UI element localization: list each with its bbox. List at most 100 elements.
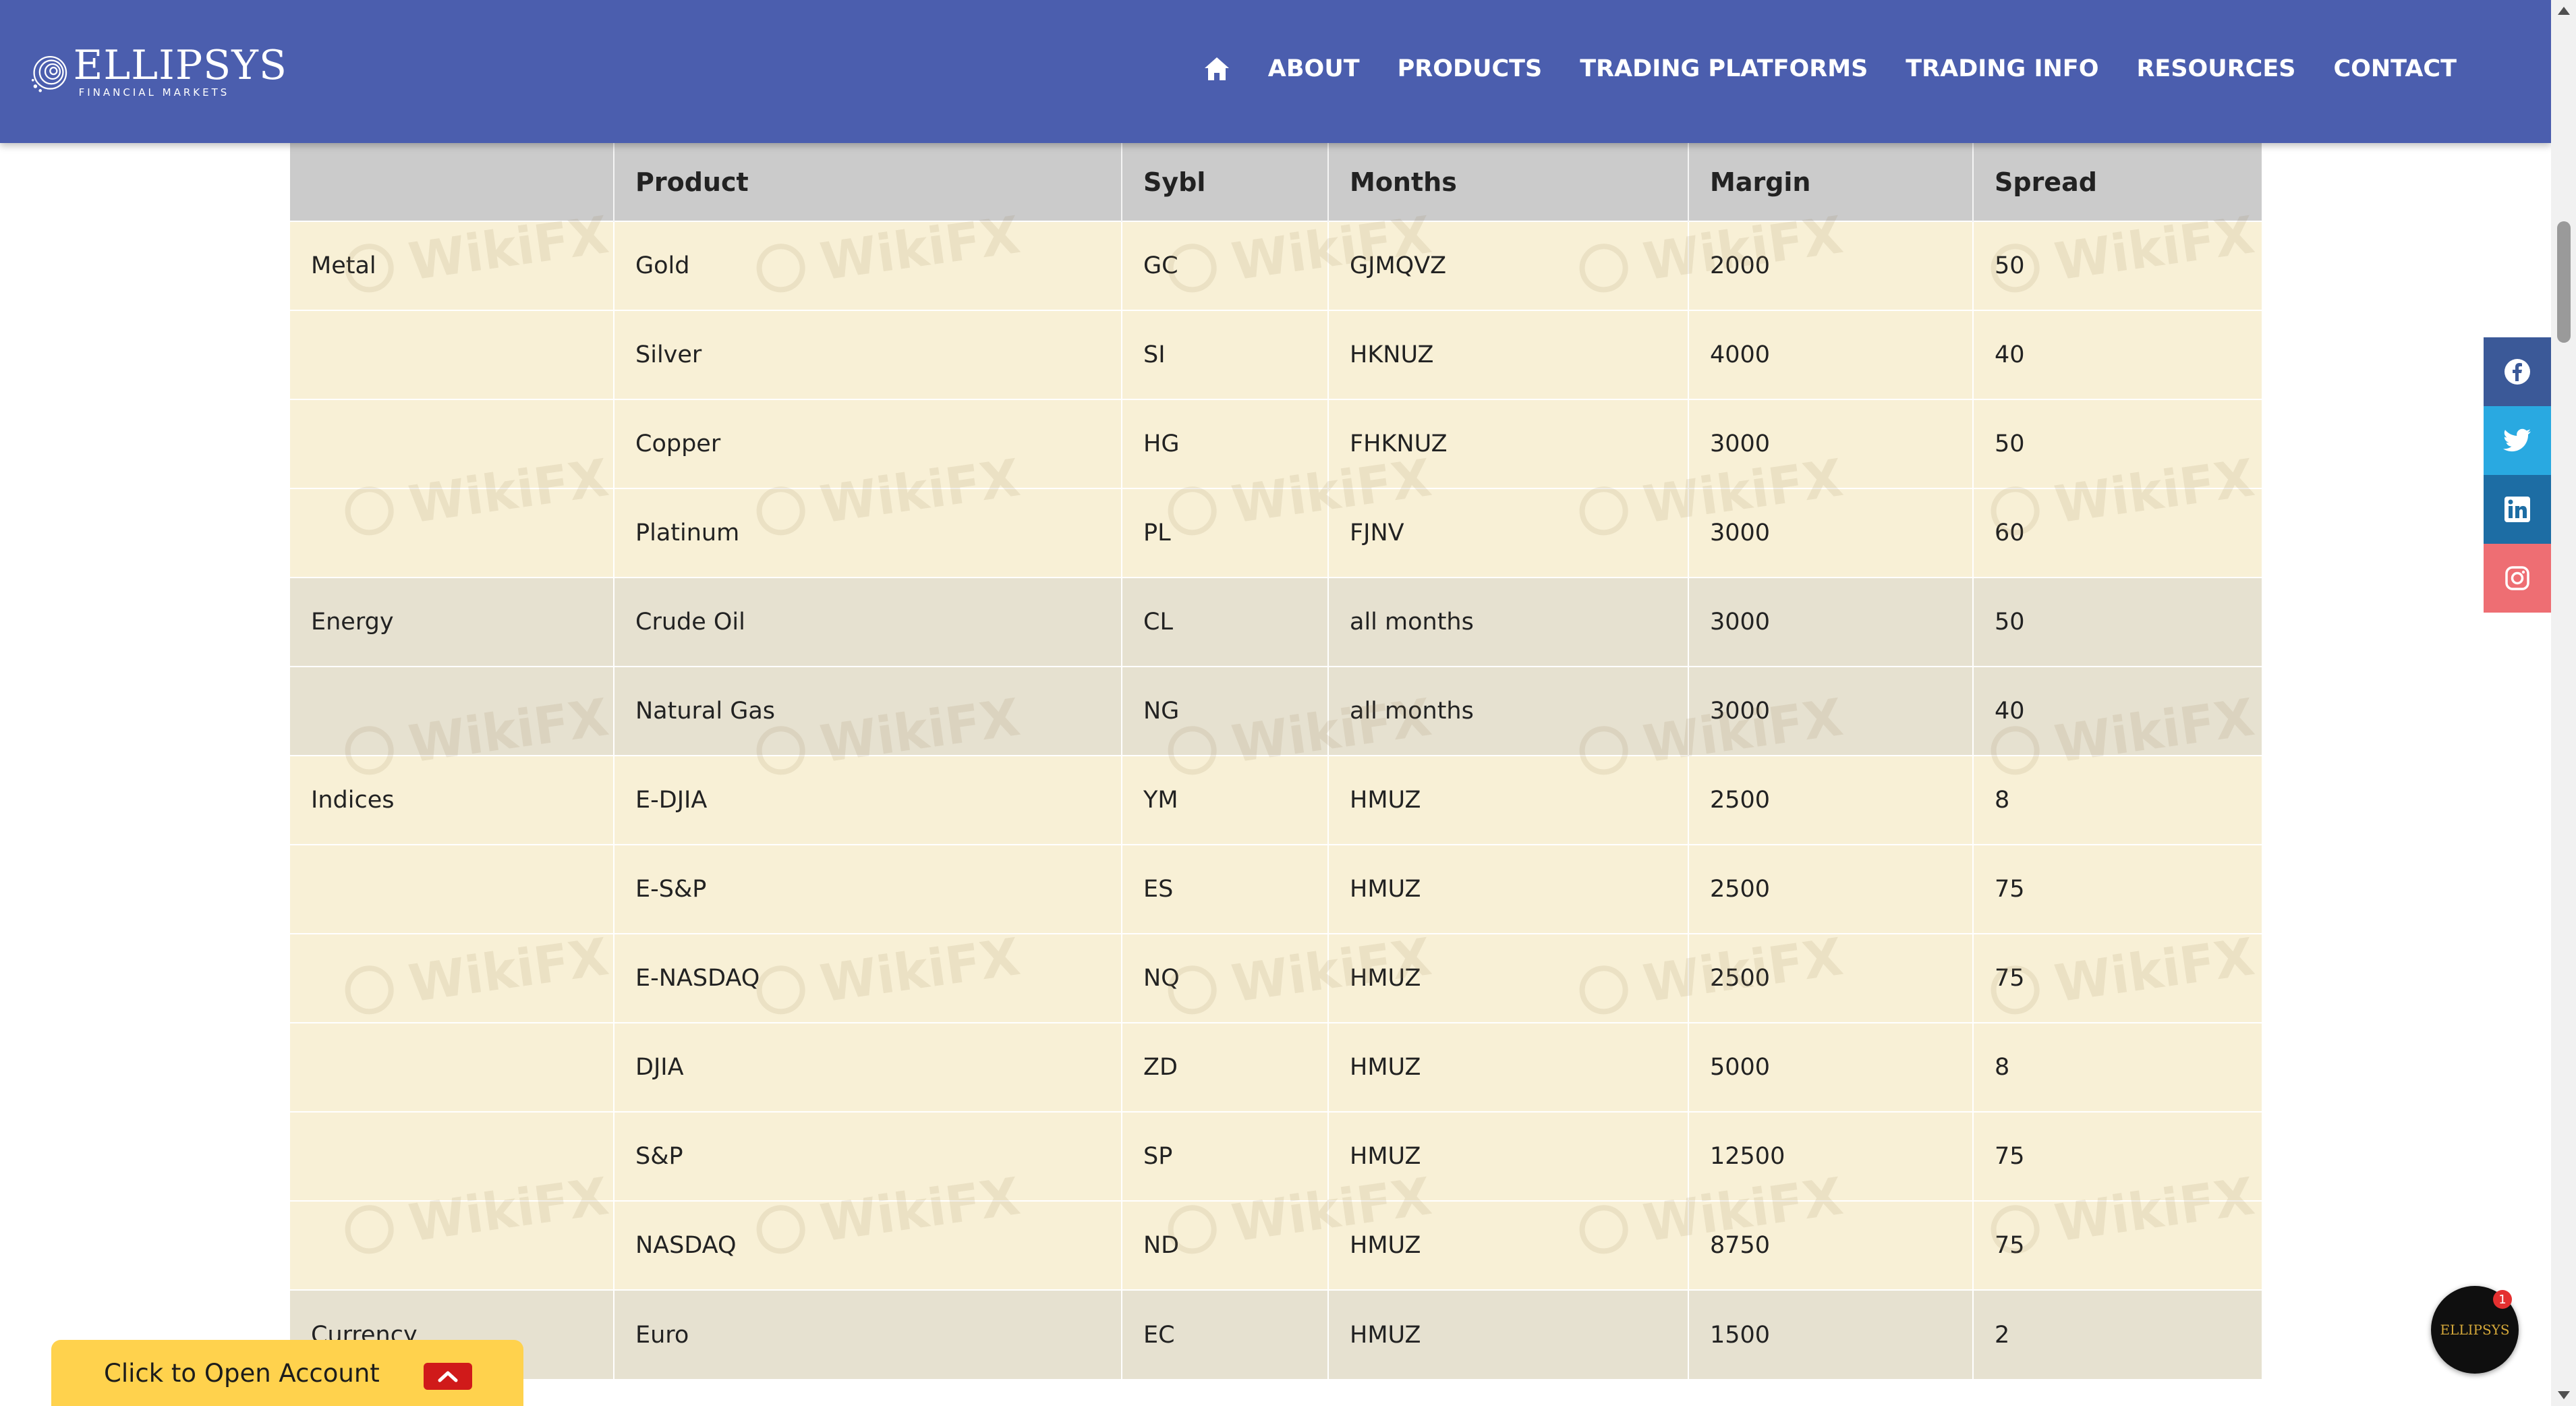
cell-category [290,399,614,488]
cell-margin: 4000 [1688,310,1973,399]
table-row: Platinum PL FJNV 3000 60 [290,488,2262,578]
table-row: S&P SP HMUZ 12500 75 [290,1111,2262,1201]
linkedin-icon [2505,497,2530,522]
cell-months: GJMQVZ [1327,221,1688,310]
cell-months: HMUZ [1327,1200,1688,1290]
cell-category [290,1200,614,1290]
nav-item-trading-info[interactable]: TRADING INFO [1906,55,2098,82]
cell-product: Euro [613,1289,1122,1379]
products-table: Product Sybl Months Margin Spread Metal G… [290,143,2262,1379]
table-body: Metal Gold GC GJMQVZ 2000 50 Silver SI HKNUZ 4000… [290,221,2262,1379]
instagram-icon [2505,566,2529,590]
table-header-row: Product Sybl Months Margin Spread [290,143,2262,221]
cell-product: Crude Oil [613,577,1122,667]
cell-margin: 5000 [1688,1022,1973,1112]
cell-symbol: CL [1121,577,1328,667]
cell-category [290,1022,614,1112]
site-header: ELLIPSYS FINANCIAL MARKETS ABOUT PRODUCT… [0,0,2551,143]
cell-product: NASDAQ [613,1200,1122,1290]
chevron-up-icon[interactable] [424,1363,472,1390]
home-icon[interactable] [1202,54,1232,84]
cell-margin: 12500 [1688,1111,1973,1201]
cell-symbol: NQ [1121,933,1328,1023]
cell-symbol: PL [1121,488,1328,578]
cell-category [290,1111,614,1201]
cell-spread: 50 [1972,577,2262,667]
scroll-up-arrow-icon[interactable] [2558,7,2570,15]
cell-margin: 1500 [1688,1289,1973,1379]
cell-symbol: SI [1121,310,1328,399]
chat-notification-badge: 1 [2493,1290,2512,1309]
cell-margin: 2500 [1688,755,1973,845]
cell-product: E-NASDAQ [613,933,1122,1023]
products-table-wrapper: Product Sybl Months Margin Spread Metal G… [290,143,2262,1379]
nav-item-products[interactable]: PRODUCTS [1398,55,1543,82]
nav-item-trading-platforms[interactable]: TRADING PLATFORMS [1580,55,1868,82]
cell-product: Copper [613,399,1122,488]
cell-months: HMUZ [1327,1289,1688,1379]
cell-product: Silver [613,310,1122,399]
cell-symbol: ES [1121,844,1328,934]
cell-months: HMUZ [1327,755,1688,845]
cell-margin: 3000 [1688,488,1973,578]
cell-spread: 40 [1972,310,2262,399]
open-account-button[interactable]: Click to Open Account [51,1340,523,1406]
cell-margin: 3000 [1688,399,1973,488]
nav-item-contact[interactable]: CONTACT [2333,55,2457,82]
site-logo[interactable]: ELLIPSYS FINANCIAL MARKETS [31,22,287,121]
instagram-button[interactable] [2484,544,2551,613]
chat-widget-button[interactable]: ELLIPSYS 1 [2431,1286,2519,1374]
nav-item-about[interactable]: ABOUT [1268,55,1360,82]
table-row: NASDAQ ND HMUZ 8750 75 [290,1200,2262,1290]
cell-margin: 2500 [1688,933,1973,1023]
header-product: Product [613,143,1122,221]
cell-months: HMUZ [1327,1022,1688,1112]
header-symbol: Sybl [1121,143,1328,221]
header-margin: Margin [1688,143,1973,221]
cell-spread: 75 [1972,933,2262,1023]
table-row: Natural Gas NG all months 3000 40 [290,666,2262,756]
table-row: Indices E-DJIA YM HMUZ 2500 8 [290,755,2262,845]
nav-item-resources[interactable]: RESOURCES [2136,55,2295,82]
table-row: Currency Euro EC HMUZ 1500 2 [290,1289,2262,1379]
cell-product: E-S&P [613,844,1122,934]
scroll-down-arrow-icon[interactable] [2558,1391,2570,1399]
cell-category [290,310,614,399]
cell-margin: 3000 [1688,666,1973,756]
facebook-button[interactable] [2484,337,2551,406]
cell-product: S&P [613,1111,1122,1201]
table-row: Energy Crude Oil CL all months 3000 50 [290,577,2262,667]
brand-name: ELLIPSYS [73,42,287,89]
chat-logo-text: ELLIPSYS [2440,1322,2510,1338]
facebook-icon [2505,359,2530,385]
cell-symbol: ZD [1121,1022,1328,1112]
twitter-button[interactable] [2484,406,2551,475]
cell-spread: 8 [1972,1022,2262,1112]
cell-product: DJIA [613,1022,1122,1112]
page-scrollbar[interactable] [2551,0,2576,1406]
cell-spread: 50 [1972,399,2262,488]
cell-category [290,666,614,756]
cell-product: Natural Gas [613,666,1122,756]
cell-symbol: NG [1121,666,1328,756]
cell-category [290,844,614,934]
cell-months: HKNUZ [1327,310,1688,399]
scrollbar-thumb[interactable] [2557,221,2571,343]
cell-months: all months [1327,666,1688,756]
cell-months: HMUZ [1327,1111,1688,1201]
cell-margin: 3000 [1688,577,1973,667]
cell-category [290,488,614,578]
linkedin-button[interactable] [2484,475,2551,544]
cell-margin: 8750 [1688,1200,1973,1290]
cell-margin: 2000 [1688,221,1973,310]
cell-symbol: EC [1121,1289,1328,1379]
cell-category [290,933,614,1023]
cell-months: HMUZ [1327,933,1688,1023]
header-category [290,143,614,221]
cell-spread: 40 [1972,666,2262,756]
twitter-icon [2503,428,2531,452]
cell-months: HMUZ [1327,844,1688,934]
ellipsys-logo-icon [31,55,67,92]
table-row: E-S&P ES HMUZ 2500 75 [290,844,2262,934]
cell-symbol: YM [1121,755,1328,845]
